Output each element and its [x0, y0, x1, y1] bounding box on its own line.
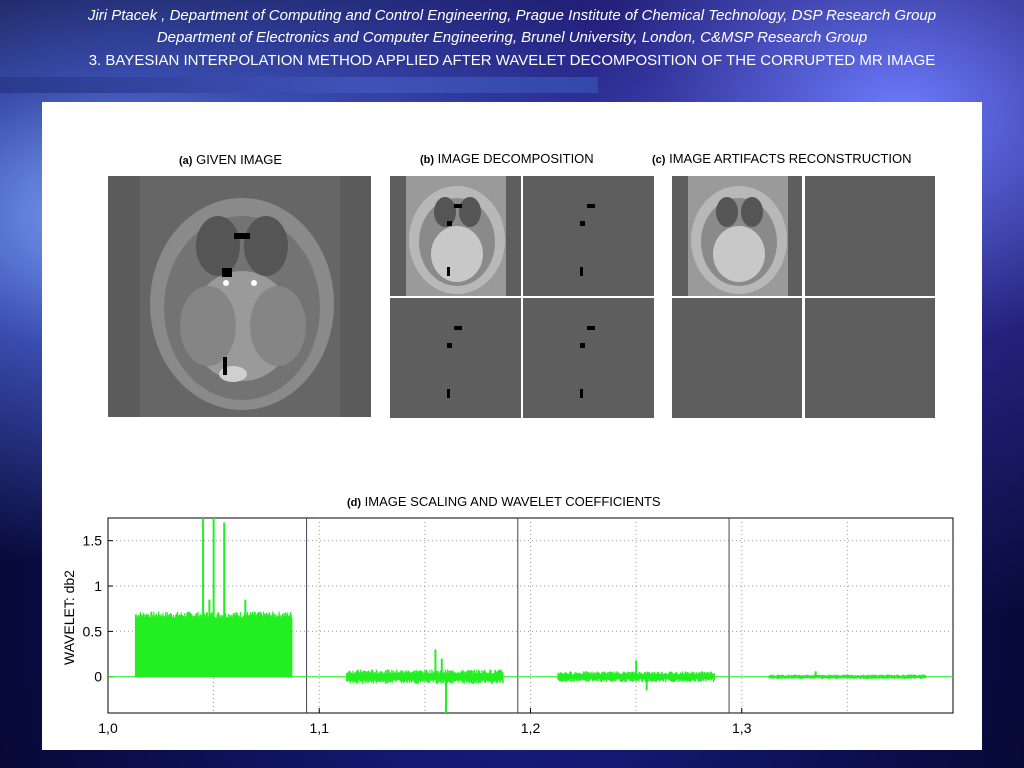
- y-tick-label: 1.5: [83, 533, 103, 549]
- y-tick-label: 0: [94, 669, 102, 685]
- header-author-line: Jiri Ptacek , Department of Computing an…: [87, 7, 937, 24]
- x-tick-label: 1,1: [310, 720, 330, 736]
- artifact-block: [223, 357, 227, 375]
- artifact-block: [447, 221, 452, 226]
- artifact-block: [580, 267, 583, 276]
- diagonal-detail-subband: [523, 298, 654, 418]
- figure-a-label: (a) GIVEN IMAGE: [179, 152, 283, 167]
- approx-scan-graphic: [406, 176, 506, 296]
- reconstruction-grid: [672, 176, 935, 418]
- y-tick-label: 1: [94, 578, 102, 594]
- artifact-block: [447, 267, 450, 276]
- artifact-block: [580, 343, 585, 348]
- given-mr-image: [108, 176, 371, 417]
- artifact-block: [580, 221, 585, 226]
- header-affiliation-line: Department of Electronics and Computer E…: [156, 29, 868, 46]
- artifact-block: [454, 326, 462, 330]
- figure-d-label: (d) IMAGE SCALING AND WAVELET COEFFICIEN…: [347, 494, 661, 509]
- y-axis-label: WAVELET: db2: [61, 570, 77, 665]
- artifact-block: [587, 326, 595, 330]
- x-tick-label: 1,3: [732, 720, 752, 736]
- artifact-block: [580, 389, 583, 398]
- wavelet-coefficient-chart: 1.5 1 0.5 0 1,0 1,1 1,2 1,3 WAVELET: db2: [61, 517, 954, 736]
- artifact-block: [222, 268, 232, 277]
- artifact-block: [447, 343, 452, 348]
- reconstructed-scan-graphic: [688, 176, 788, 296]
- vertical-detail-subband: [390, 298, 521, 418]
- mr-scan-graphic: [140, 176, 340, 417]
- artifact-block: [454, 204, 462, 208]
- reconstructed-vertical-detail: [672, 298, 802, 418]
- figure-b-label: (b) IMAGE DECOMPOSITION: [420, 151, 594, 166]
- reconstructed-horizontal-detail: [805, 176, 935, 296]
- horizontal-detail-subband: [523, 176, 654, 296]
- decomposition-grid: [390, 176, 654, 418]
- x-tick-label: 1,0: [98, 720, 118, 736]
- artifact-block: [587, 204, 595, 208]
- reconstructed-approximation: [672, 176, 802, 296]
- figure-panel: (a) GIVEN IMAGE (b) IMAGE DECOMPOSITION: [42, 102, 982, 750]
- header-accent-bar: [0, 77, 598, 93]
- artifact-block: [447, 389, 450, 398]
- x-tick-label: 1,2: [521, 720, 541, 736]
- approximation-subband: [390, 176, 521, 296]
- reconstructed-diagonal-detail: [805, 298, 935, 418]
- header-section-title: 3. BAYESIAN INTERPOLATION METHOD APPLIED…: [88, 52, 936, 69]
- artifact-block: [234, 233, 250, 239]
- figure-c-label: (c) IMAGE ARTIFACTS RECONSTRUCTION: [652, 151, 912, 166]
- y-tick-label: 0.5: [83, 623, 103, 639]
